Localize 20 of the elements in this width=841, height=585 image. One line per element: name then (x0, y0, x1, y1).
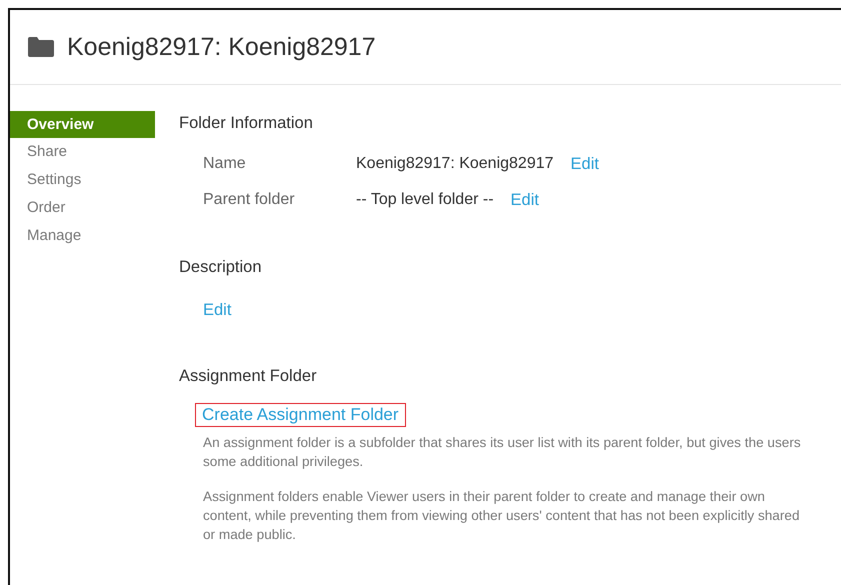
sidebar-item[interactable]: Settings (10, 166, 155, 194)
edit-link[interactable]: Edit (570, 154, 599, 174)
sidebar-item[interactable]: Share (10, 138, 155, 166)
field-value: -- Top level folder -- (356, 191, 494, 209)
sidebar-item[interactable]: Order (10, 194, 155, 222)
section-heading: Description (179, 257, 263, 278)
help-paragraph: Assignment folders enable Viewer users in their parent folder to create and manage their own content, while preventing them from viewing other users' content that has not been explicitly shared or made public. (203, 488, 801, 544)
field-value: Koenig82917: Koenig82917 (356, 155, 554, 173)
create-assignment-folder-link[interactable]: Create Assignment Folder (195, 403, 406, 427)
edit-link[interactable]: Edit (510, 190, 539, 210)
section-heading: Assignment Folder (179, 366, 318, 387)
help-paragraph: An assignment folder is a subfolder that shares its user list with its parent folder, but gives the users some additional privileges. (203, 434, 802, 471)
field-label: Parent folder (203, 191, 296, 209)
section-heading: Folder Information (179, 113, 314, 134)
edit-link[interactable]: Edit (203, 301, 232, 319)
page-title: Koenig82917: Koenig82917 (67, 32, 376, 62)
folder-icon (28, 37, 54, 57)
sidebar-item[interactable]: Overview (10, 111, 155, 138)
sidebar-item[interactable]: Manage (10, 222, 155, 250)
field-label: Name (203, 155, 247, 173)
